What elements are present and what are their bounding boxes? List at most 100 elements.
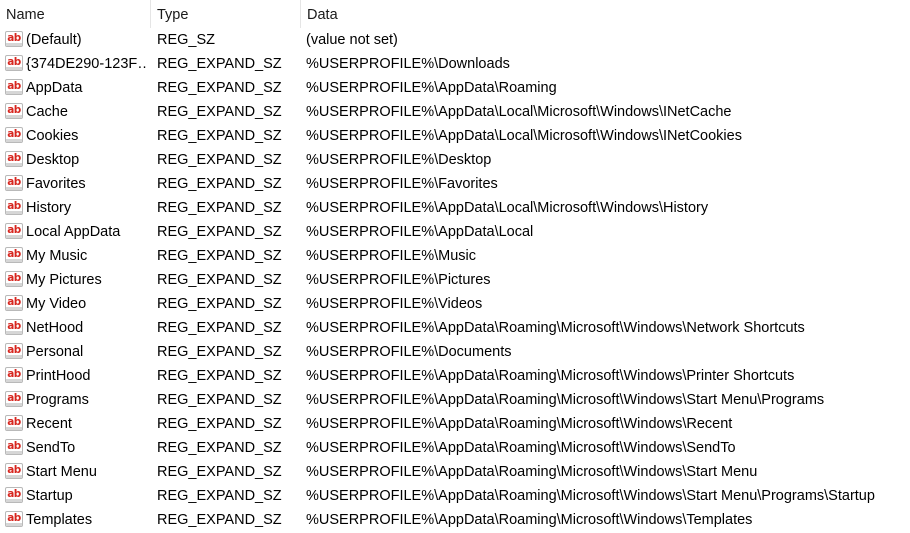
- string-value-icon: ab: [5, 295, 23, 311]
- value-row[interactable]: ab SendTo REG_EXPAND_SZ %USERPROFILE%\Ap…: [0, 436, 910, 460]
- icon-glyph: ab: [7, 320, 21, 332]
- value-data: (value not set): [306, 32, 398, 48]
- value-row[interactable]: ab Templates REG_EXPAND_SZ %USERPROFILE%…: [0, 508, 910, 532]
- icon-glyph: ab: [7, 176, 21, 188]
- string-value-icon: ab: [5, 223, 23, 239]
- string-value-icon: ab: [5, 127, 23, 143]
- string-value-icon: ab: [5, 487, 23, 503]
- value-type: REG_EXPAND_SZ: [157, 416, 282, 432]
- column-header-data[interactable]: Data: [300, 0, 910, 28]
- value-rows: ab (Default) REG_SZ (value not set) ab {…: [0, 28, 910, 532]
- value-name: Personal: [26, 344, 84, 360]
- icon-glyph: ab: [7, 32, 21, 44]
- icon-glyph: ab: [7, 392, 21, 404]
- string-value-icon: ab: [5, 79, 23, 95]
- string-value-icon: ab: [5, 463, 23, 479]
- value-data: %USERPROFILE%\Music: [306, 248, 477, 264]
- value-type: REG_EXPAND_SZ: [157, 344, 282, 360]
- string-value-icon: ab: [5, 319, 23, 335]
- value-name: Startup: [26, 488, 73, 504]
- registry-values-list: Name Type Data ab (Default) REG_SZ (valu…: [0, 0, 910, 533]
- value-type: REG_EXPAND_SZ: [157, 248, 282, 264]
- icon-glyph: ab: [7, 488, 21, 500]
- value-data: %USERPROFILE%\AppData\Roaming: [306, 80, 557, 96]
- value-row[interactable]: ab (Default) REG_SZ (value not set): [0, 28, 910, 52]
- value-name: SendTo: [26, 440, 76, 456]
- string-value-icon: ab: [5, 343, 23, 359]
- string-value-icon: ab: [5, 271, 23, 287]
- value-row[interactable]: ab Cache REG_EXPAND_SZ %USERPROFILE%\App…: [0, 100, 910, 124]
- value-data: %USERPROFILE%\Videos: [306, 296, 483, 312]
- value-type: REG_SZ: [157, 32, 216, 48]
- value-name: Local AppData: [26, 224, 121, 240]
- icon-glyph: ab: [7, 56, 21, 68]
- value-name: PrintHood: [26, 368, 91, 384]
- column-header-type[interactable]: Type: [150, 0, 300, 28]
- value-row[interactable]: ab Programs REG_EXPAND_SZ %USERPROFILE%\…: [0, 388, 910, 412]
- value-row[interactable]: ab History REG_EXPAND_SZ %USERPROFILE%\A…: [0, 196, 910, 220]
- value-data: %USERPROFILE%\AppData\Roaming\Microsoft\…: [306, 392, 825, 408]
- value-name: Favorites: [26, 176, 86, 192]
- value-type: REG_EXPAND_SZ: [157, 176, 282, 192]
- value-type: REG_EXPAND_SZ: [157, 488, 282, 504]
- value-type: REG_EXPAND_SZ: [157, 392, 282, 408]
- value-data: %USERPROFILE%\Documents: [306, 344, 512, 360]
- value-name: Templates: [26, 512, 93, 528]
- value-type: REG_EXPAND_SZ: [157, 368, 282, 384]
- value-row[interactable]: ab {374DE290-123F… REG_EXPAND_SZ %USERPR…: [0, 52, 910, 76]
- value-data: %USERPROFILE%\AppData\Local\Microsoft\Wi…: [306, 200, 709, 216]
- value-row[interactable]: ab Desktop REG_EXPAND_SZ %USERPROFILE%\D…: [0, 148, 910, 172]
- value-data: %USERPROFILE%\AppData\Roaming\Microsoft\…: [306, 512, 753, 528]
- column-header-name[interactable]: Name: [0, 0, 150, 28]
- icon-glyph: ab: [7, 344, 21, 356]
- value-type: REG_EXPAND_SZ: [157, 128, 282, 144]
- value-row[interactable]: ab PrintHood REG_EXPAND_SZ %USERPROFILE%…: [0, 364, 910, 388]
- string-value-icon: ab: [5, 175, 23, 191]
- value-type: REG_EXPAND_SZ: [157, 56, 282, 72]
- value-data: %USERPROFILE%\AppData\Roaming\Microsoft\…: [306, 368, 795, 384]
- icon-glyph: ab: [7, 152, 21, 164]
- value-data: %USERPROFILE%\Downloads: [306, 56, 510, 72]
- value-row[interactable]: ab My Video REG_EXPAND_SZ %USERPROFILE%\…: [0, 292, 910, 316]
- value-row[interactable]: ab Favorites REG_EXPAND_SZ %USERPROFILE%…: [0, 172, 910, 196]
- value-row[interactable]: ab NetHood REG_EXPAND_SZ %USERPROFILE%\A…: [0, 316, 910, 340]
- value-type: REG_EXPAND_SZ: [157, 440, 282, 456]
- value-row[interactable]: ab Recent REG_EXPAND_SZ %USERPROFILE%\Ap…: [0, 412, 910, 436]
- value-name: Programs: [26, 392, 89, 408]
- string-value-icon: ab: [5, 367, 23, 383]
- value-name: My Music: [26, 248, 88, 264]
- icon-glyph: ab: [7, 440, 21, 452]
- string-value-icon: ab: [5, 31, 23, 47]
- value-type: REG_EXPAND_SZ: [157, 464, 282, 480]
- value-name: Cache: [26, 104, 68, 120]
- value-row[interactable]: ab Local AppData REG_EXPAND_SZ %USERPROF…: [0, 220, 910, 244]
- value-name: Recent: [26, 416, 72, 432]
- value-type: REG_EXPAND_SZ: [157, 152, 282, 168]
- icon-glyph: ab: [7, 200, 21, 212]
- string-value-icon: ab: [5, 511, 23, 527]
- icon-glyph: ab: [7, 368, 21, 380]
- value-data: %USERPROFILE%\AppData\Roaming\Microsoft\…: [306, 464, 758, 480]
- value-row[interactable]: ab My Music REG_EXPAND_SZ %USERPROFILE%\…: [0, 244, 910, 268]
- value-row[interactable]: ab Cookies REG_EXPAND_SZ %USERPROFILE%\A…: [0, 124, 910, 148]
- value-type: REG_EXPAND_SZ: [157, 80, 282, 96]
- value-row[interactable]: ab Startup REG_EXPAND_SZ %USERPROFILE%\A…: [0, 484, 910, 508]
- value-type: REG_EXPAND_SZ: [157, 320, 282, 336]
- value-type: REG_EXPAND_SZ: [157, 512, 282, 528]
- value-row[interactable]: ab Personal REG_EXPAND_SZ %USERPROFILE%\…: [0, 340, 910, 364]
- value-type: REG_EXPAND_SZ: [157, 224, 282, 240]
- value-name: Cookies: [26, 128, 79, 144]
- string-value-icon: ab: [5, 439, 23, 455]
- value-type: REG_EXPAND_SZ: [157, 296, 282, 312]
- icon-glyph: ab: [7, 296, 21, 308]
- value-name: AppData: [26, 80, 83, 96]
- value-row[interactable]: ab AppData REG_EXPAND_SZ %USERPROFILE%\A…: [0, 76, 910, 100]
- string-value-icon: ab: [5, 391, 23, 407]
- icon-glyph: ab: [7, 224, 21, 236]
- value-row[interactable]: ab My Pictures REG_EXPAND_SZ %USERPROFIL…: [0, 268, 910, 292]
- value-data: %USERPROFILE%\AppData\Local: [306, 224, 534, 240]
- value-data: %USERPROFILE%\Favorites: [306, 176, 498, 192]
- value-name: {374DE290-123F…: [26, 56, 148, 72]
- value-row[interactable]: ab Start Menu REG_EXPAND_SZ %USERPROFILE…: [0, 460, 910, 484]
- value-name: NetHood: [26, 320, 84, 336]
